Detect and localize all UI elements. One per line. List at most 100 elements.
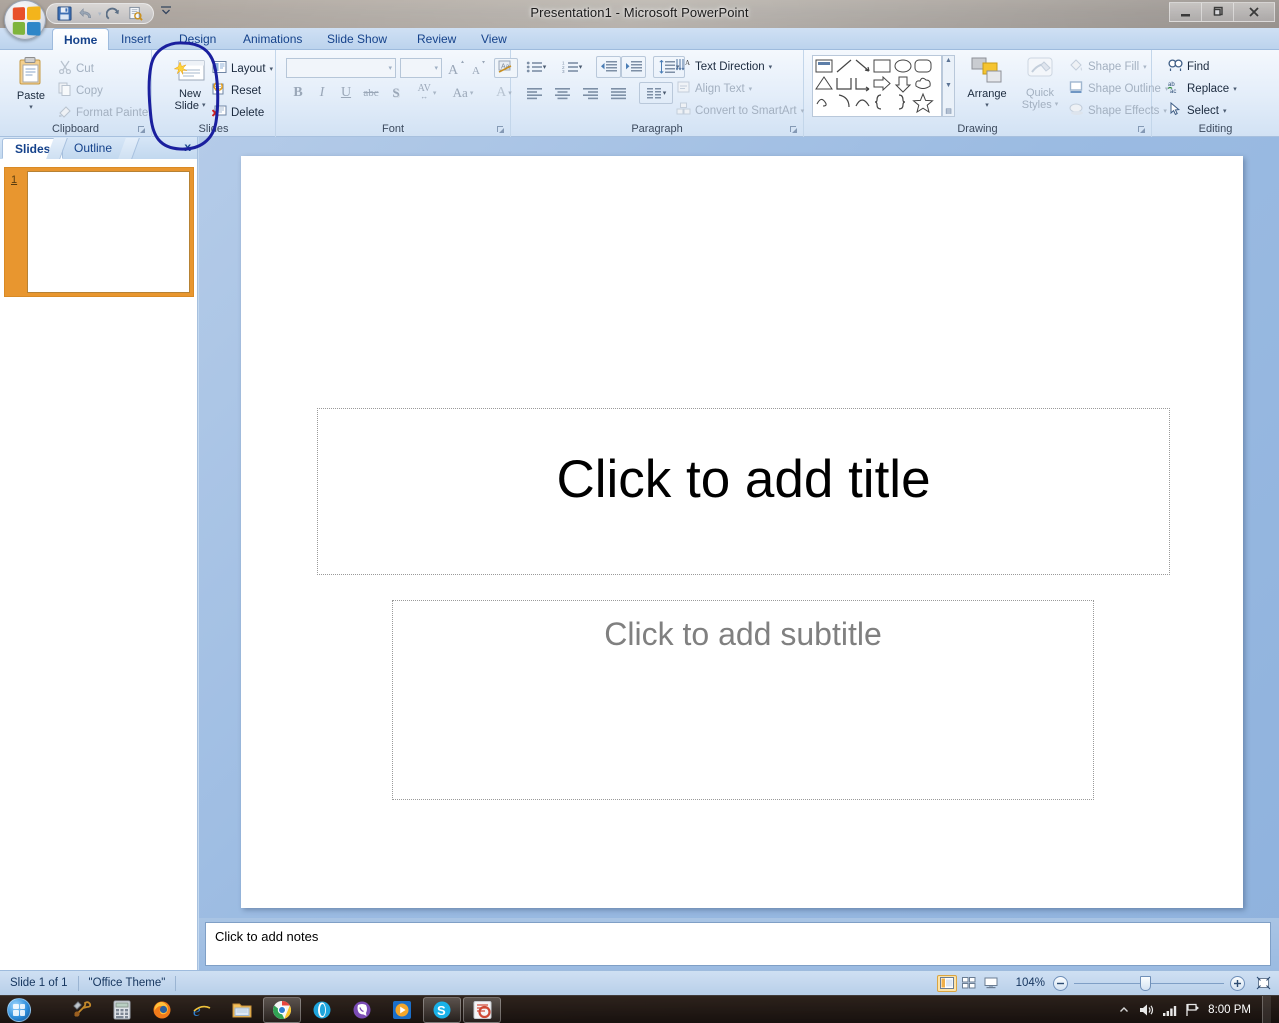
taskbar-item-skype[interactable]: S <box>423 996 461 1023</box>
character-spacing-dropdown-icon[interactable]: ▾ <box>433 89 437 97</box>
undo-dropdown-icon[interactable]: ▾ <box>98 10 102 18</box>
restore-icon[interactable] <box>1201 2 1233 22</box>
new-slide-dropdown-icon[interactable]: ▾ <box>202 100 206 112</box>
shapes-gallery-scroll[interactable]: ▲ ▼ ▤ <box>942 55 955 117</box>
zoom-slider-thumb[interactable] <box>1140 975 1151 991</box>
italic-button[interactable]: I <box>310 82 334 104</box>
arrange-button[interactable]: Arrange ▾ <box>961 56 1013 112</box>
taskbar-item-calculator[interactable] <box>103 997 141 1023</box>
change-case-dropdown-icon[interactable]: ▾ <box>470 89 474 97</box>
normal-view-button[interactable] <box>936 974 957 992</box>
replace-dropdown-icon[interactable]: ▾ <box>1233 85 1237 93</box>
new-slide-button[interactable]: New Slide ▾ <box>164 55 216 112</box>
layout-dropdown-icon[interactable]: ▾ <box>270 65 274 73</box>
change-case-button[interactable]: Aa ▾ <box>446 82 480 104</box>
print-preview-icon[interactable] <box>126 5 146 23</box>
close-pane-button[interactable]: x <box>184 140 191 154</box>
network-icon[interactable] <box>1162 1002 1178 1018</box>
tab-review[interactable]: Review <box>406 28 467 50</box>
tab-slide-show[interactable]: Slide Show <box>316 28 398 50</box>
reset-button[interactable]: Reset <box>212 81 261 99</box>
font-name-input[interactable]: ▾ <box>286 58 396 78</box>
shapes-more-icon[interactable]: ▤ <box>945 107 952 115</box>
tab-design[interactable]: Design <box>168 28 227 50</box>
action-center-icon[interactable] <box>1185 1002 1201 1018</box>
slide-thumbnail-1[interactable]: 1 <box>4 167 194 297</box>
decrease-indent-button[interactable] <box>596 56 621 78</box>
fit-to-window-button[interactable] <box>1253 975 1273 992</box>
select-button[interactable]: Select ▾ <box>1168 101 1227 119</box>
zoom-level-label[interactable]: 104% <box>1008 977 1053 989</box>
redo-icon[interactable] <box>104 5 124 23</box>
text-shadow-button[interactable]: S <box>384 82 408 104</box>
shrink-font-button[interactable]: A <box>468 58 490 78</box>
font-size-input[interactable]: ▾ <box>400 58 442 78</box>
underline-button[interactable]: U <box>334 82 358 104</box>
title-placeholder[interactable]: Click to add title <box>317 408 1170 575</box>
tab-home[interactable]: Home <box>52 28 110 51</box>
customize-qat-icon[interactable] <box>160 5 172 18</box>
numbering-button[interactable]: 1 2 3 ▾ <box>556 56 588 78</box>
close-icon[interactable] <box>1233 2 1275 22</box>
pane-tab-outline[interactable]: Outline <box>62 138 124 159</box>
taskbar-item-firefox[interactable] <box>143 997 181 1023</box>
shapes-scroll-down-icon[interactable]: ▼ <box>945 82 952 89</box>
bullets-button[interactable]: ▾ <box>520 56 552 78</box>
zoom-in-button[interactable] <box>1230 975 1245 991</box>
taskbar-item-powerpoint[interactable] <box>463 996 501 1023</box>
taskbar-item-file-explorer[interactable] <box>223 997 261 1023</box>
arrange-dropdown-icon[interactable]: ▾ <box>985 100 989 112</box>
font-name-dropdown-icon[interactable]: ▾ <box>388 64 392 72</box>
zoom-out-button[interactable] <box>1053 975 1068 991</box>
replace-button[interactable]: ab ac Replace ▾ <box>1167 80 1237 97</box>
character-spacing-button[interactable]: AV ↔ ▾ <box>410 82 444 104</box>
start-button[interactable] <box>2 997 36 1023</box>
taskbar-item-internet-explorer[interactable]: e <box>183 997 221 1023</box>
justify-button[interactable] <box>604 82 632 104</box>
shapes-scroll-up-icon[interactable]: ▲ <box>945 57 952 64</box>
text-direction-button[interactable]: A Text Direction ▾ <box>675 58 773 75</box>
columns-button[interactable]: ▾ <box>639 82 673 104</box>
strikethrough-button[interactable]: abc <box>358 82 384 104</box>
tab-insert[interactable]: Insert <box>110 28 162 50</box>
increase-indent-button[interactable] <box>621 56 646 78</box>
notes-input[interactable]: Click to add notes <box>205 922 1271 966</box>
columns-dropdown-icon[interactable]: ▾ <box>663 89 667 97</box>
align-right-button[interactable] <box>576 82 604 104</box>
select-dropdown-icon[interactable]: ▾ <box>1223 107 1227 115</box>
subtitle-placeholder[interactable]: Click to add subtitle <box>392 600 1094 800</box>
align-left-button[interactable] <box>520 82 548 104</box>
bullets-dropdown-icon[interactable]: ▾ <box>543 63 547 71</box>
delete-slide-button[interactable]: Delete <box>211 104 264 121</box>
center-button[interactable] <box>548 82 576 104</box>
font-dialog-launcher-icon[interactable] <box>496 124 506 134</box>
paste-dropdown-icon[interactable]: ▾ <box>29 102 33 114</box>
shapes-gallery[interactable] <box>812 55 942 117</box>
show-hidden-icons-button[interactable] <box>1116 1002 1132 1018</box>
minimize-icon[interactable] <box>1169 2 1201 22</box>
font-size-dropdown-icon[interactable]: ▾ <box>434 64 438 72</box>
taskbar-item-media-player[interactable] <box>383 997 421 1023</box>
volume-icon[interactable] <box>1139 1002 1155 1018</box>
numbering-dropdown-icon[interactable]: ▾ <box>579 63 583 71</box>
taskbar-item-tool[interactable] <box>63 997 101 1023</box>
slide-show-view-button[interactable] <box>981 975 1001 992</box>
text-direction-dropdown-icon[interactable]: ▾ <box>769 63 773 71</box>
drawing-dialog-launcher-icon[interactable] <box>1137 124 1147 134</box>
slide-sorter-view-button[interactable] <box>959 975 979 992</box>
undo-icon[interactable] <box>76 5 96 23</box>
taskbar-item-opera[interactable] <box>303 997 341 1023</box>
tab-view[interactable]: View <box>470 28 518 50</box>
clipboard-dialog-launcher-icon[interactable] <box>137 124 147 134</box>
slide-canvas[interactable]: Click to add title Click to add subtitle <box>241 156 1243 908</box>
tab-animations[interactable]: Animations <box>232 28 313 50</box>
bold-button[interactable]: B <box>286 82 310 104</box>
taskbar-item-chrome[interactable] <box>263 996 301 1023</box>
save-icon[interactable] <box>54 5 74 23</box>
find-button[interactable]: Find <box>1168 58 1209 75</box>
office-button[interactable] <box>4 0 46 40</box>
paragraph-dialog-launcher-icon[interactable] <box>789 124 799 134</box>
paste-button[interactable]: Paste ▾ <box>8 56 54 114</box>
layout-button[interactable]: Layout ▾ <box>212 60 273 77</box>
grow-font-button[interactable]: A <box>446 58 468 78</box>
